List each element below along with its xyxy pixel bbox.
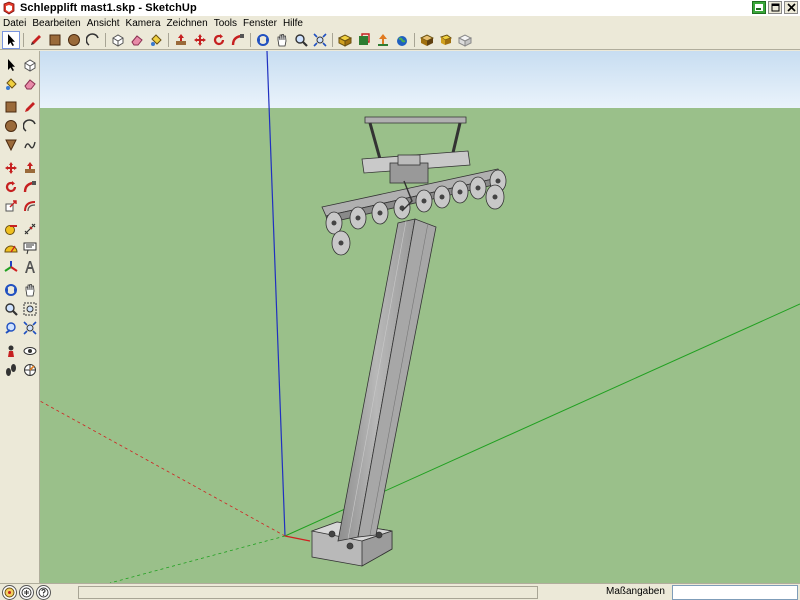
sketchup-window: Schlepplift mast1.skp - SketchUp Datei B… — [0, 0, 800, 600]
section-plane-icon[interactable] — [20, 360, 39, 379]
menu-bar: Datei Bearbeiten Ansicht Kamera Zeichnen… — [0, 16, 800, 30]
rotate-icon[interactable] — [1, 177, 20, 196]
credits-icon[interactable] — [19, 584, 34, 600]
measurements-input[interactable] — [672, 585, 798, 600]
move-icon[interactable] — [191, 31, 209, 49]
push-pull-icon[interactable] — [172, 31, 190, 49]
offset-icon[interactable] — [20, 196, 39, 215]
paint-bucket-icon[interactable] — [147, 31, 165, 49]
sky — [40, 51, 800, 108]
polygon-icon[interactable] — [1, 135, 20, 154]
minimize-icon[interactable] — [752, 1, 766, 14]
circle-icon[interactable] — [1, 116, 20, 135]
window-controls — [752, 1, 798, 14]
menu-zeichnen[interactable]: Zeichnen — [167, 18, 208, 29]
follow-me-icon[interactable] — [20, 177, 39, 196]
eraser-icon[interactable] — [128, 31, 146, 49]
toolbar-separator — [103, 31, 109, 49]
get-models-icon[interactable] — [336, 31, 354, 49]
arc-icon[interactable] — [20, 116, 39, 135]
menu-hilfe[interactable]: Hilfe — [283, 18, 303, 29]
move-icon[interactable] — [1, 158, 20, 177]
line-icon[interactable] — [20, 97, 39, 116]
position-camera-icon[interactable] — [1, 341, 20, 360]
large-tool-set — [0, 51, 40, 583]
circle-icon[interactable] — [65, 31, 83, 49]
geo-location-icon[interactable] — [2, 584, 17, 600]
zoom-icon[interactable] — [292, 31, 310, 49]
rotate-icon[interactable] — [210, 31, 228, 49]
zoom-icon[interactable] — [1, 299, 20, 318]
orbit-icon[interactable] — [1, 280, 20, 299]
share-model-icon[interactable] — [355, 31, 373, 49]
toolbar-separator — [412, 31, 418, 49]
toolbar-separator — [248, 31, 254, 49]
zoom-extents-icon[interactable] — [20, 318, 39, 337]
rectangle-icon[interactable] — [46, 31, 64, 49]
pan-icon[interactable] — [20, 280, 39, 299]
freehand-icon[interactable] — [20, 135, 39, 154]
status-bar: Maßangaben — [0, 583, 800, 600]
3d-text-icon[interactable] — [20, 257, 39, 276]
select-icon[interactable] — [1, 55, 20, 74]
title-bar: Schlepplift mast1.skp - SketchUp — [0, 0, 800, 16]
main-toolbar — [0, 30, 800, 50]
measurements-label: Maßangaben — [606, 586, 665, 597]
zoom-extents-icon[interactable] — [311, 31, 329, 49]
paint-bucket-icon[interactable] — [1, 74, 20, 93]
toolbar-separator — [166, 31, 172, 49]
arc-icon[interactable] — [84, 31, 102, 49]
menu-fenster[interactable]: Fenster — [243, 18, 277, 29]
push-pull-icon[interactable] — [20, 158, 39, 177]
tape-measure-icon[interactable] — [1, 219, 20, 238]
scale-icon[interactable] — [1, 196, 20, 215]
maximize-icon[interactable] — [768, 1, 782, 14]
orbit-icon[interactable] — [254, 31, 272, 49]
pencil-icon[interactable] — [27, 31, 45, 49]
toolbar-separator — [330, 31, 336, 49]
select-icon[interactable] — [2, 30, 20, 49]
follow-me-icon[interactable] — [229, 31, 247, 49]
make-component-icon[interactable] — [20, 55, 39, 74]
rectangle-icon[interactable] — [1, 97, 20, 116]
close-icon[interactable] — [784, 1, 798, 14]
menu-tools[interactable]: Tools — [214, 18, 237, 29]
help-icon[interactable] — [36, 584, 51, 600]
share-component-icon[interactable] — [374, 31, 392, 49]
window-title: Schlepplift mast1.skp - SketchUp — [20, 2, 197, 14]
snapshot-icon[interactable] — [437, 31, 455, 49]
status-hint-text — [78, 586, 538, 599]
make-component-icon[interactable] — [109, 31, 127, 49]
protractor-icon[interactable] — [1, 238, 20, 257]
google-earth-icon[interactable] — [393, 31, 411, 49]
menu-bearbeiten[interactable]: Bearbeiten — [32, 18, 80, 29]
axes-icon[interactable] — [1, 257, 20, 276]
modeling-viewport[interactable] — [40, 51, 800, 583]
toolbar-separator — [21, 31, 27, 49]
eraser-icon[interactable] — [20, 74, 39, 93]
pan-icon[interactable] — [273, 31, 291, 49]
sketchup-logo-icon — [2, 1, 16, 15]
dimension-icon[interactable] — [20, 219, 39, 238]
previous-view-icon[interactable] — [1, 318, 20, 337]
walk-icon[interactable] — [1, 360, 20, 379]
zoom-window-icon[interactable] — [20, 299, 39, 318]
menu-ansicht[interactable]: Ansicht — [87, 18, 120, 29]
text-icon[interactable] — [20, 238, 39, 257]
menu-kamera[interactable]: Kamera — [126, 18, 161, 29]
menu-datei[interactable]: Datei — [3, 18, 26, 29]
scene-canvas[interactable] — [40, 51, 800, 583]
toggle-terrain-icon[interactable] — [456, 31, 474, 49]
look-around-icon[interactable] — [20, 341, 39, 360]
preview-icon[interactable] — [418, 31, 436, 49]
